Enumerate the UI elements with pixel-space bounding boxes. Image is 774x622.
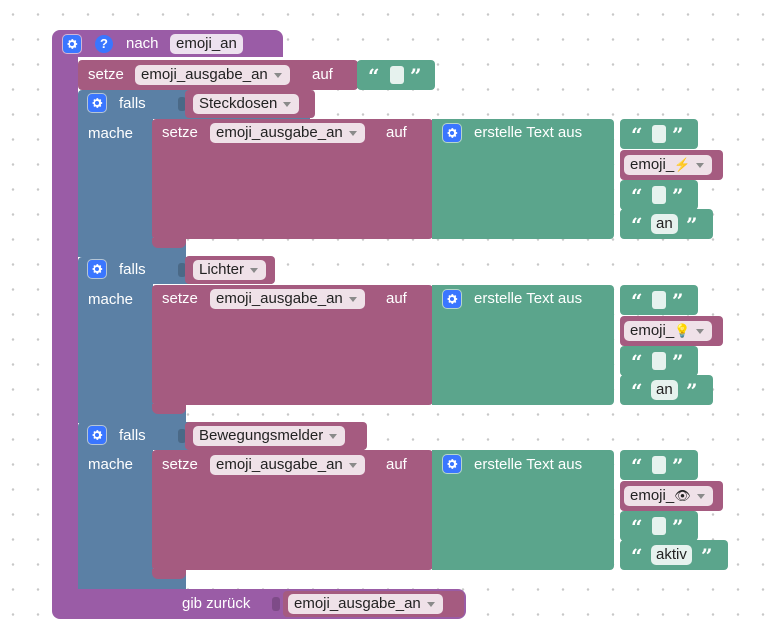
gear-icon[interactable] [88,426,106,444]
empty-string-field[interactable] [652,291,666,309]
emoji-var-name: emoji_ [630,322,675,339]
set-var-dropdown[interactable]: emoji_ausgabe_an [210,289,365,309]
emoji-var-name: emoji_ [630,487,675,504]
auf-keyword: auf [386,124,407,141]
quote-open-icon: “ [631,379,643,403]
function-block[interactable] [52,30,283,57]
quote-close-icon: ” [672,184,684,208]
falls-label: falls [119,95,146,112]
quote-open-icon: “ [631,289,643,313]
empty-string-field[interactable] [652,125,666,143]
quote-open-icon: “ [631,213,643,237]
lightbulb-icon: 💡 [674,323,691,338]
set-var-dropdown[interactable]: emoji_ausgabe_an [210,123,365,143]
condition-dropdown[interactable]: Lichter [193,260,267,280]
auf-keyword: auf [386,290,407,307]
empty-string-field[interactable] [652,517,666,535]
quote-open-icon: “ [631,184,643,208]
quote-open-icon: “ [631,454,643,478]
condition-dropdown[interactable]: Bewegungsmelder [193,426,346,446]
question-icon[interactable]: ? [95,35,113,53]
emoji-var-dropdown[interactable]: emoji_⚡ [624,155,713,175]
gear-icon[interactable] [88,94,106,112]
emoji-var-name: emoji_ [630,156,675,173]
set-block-tab [152,238,186,248]
set-var-dropdown[interactable]: emoji_ausgabe_an [210,455,365,475]
quote-close-icon: ” [701,544,713,568]
falls-label: falls [119,261,146,278]
function-keyword: nach [126,35,159,52]
auf-keyword: auf [312,66,333,83]
gear-icon[interactable] [443,455,461,473]
empty-string-field[interactable] [652,352,666,370]
set-block-tab [152,569,186,579]
setze-keyword: setze [162,124,198,141]
mache-label: mache [88,125,134,142]
return-keyword: gib zurück [182,595,251,612]
mache-label: mache [88,456,134,473]
create-text-label: erstelle Text aus [474,124,583,141]
empty-string-field[interactable] [652,456,666,474]
quote-close-icon: ” [672,350,684,374]
quote-open-icon: “ [631,123,643,147]
condition-dropdown[interactable]: Steckdosen [193,94,300,114]
quote-close-icon: ” [686,213,698,237]
quote-close-icon: ” [672,289,684,313]
gear-icon[interactable] [443,290,461,308]
setze-keyword: setze [162,456,198,473]
mache-label: mache [88,291,134,308]
gear-icon[interactable] [88,260,106,278]
string-field[interactable]: an [651,214,678,234]
string-field[interactable]: aktiv [651,545,692,565]
lightning-icon: ⚡ [674,157,691,172]
setze-keyword: setze [88,66,124,83]
init-var-dropdown[interactable]: emoji_ausgabe_an [135,65,290,85]
quote-open-icon: “ [631,544,643,568]
quote-close-icon: ” [672,123,684,147]
auf-keyword: auf [386,456,407,473]
quote-open-icon: “ [631,515,643,539]
set-block-tab [152,404,186,414]
quote-close-icon: ” [672,515,684,539]
quote-close-icon: ” [686,379,698,403]
create-text-label: erstelle Text aus [474,456,583,473]
gear-icon[interactable] [63,35,81,53]
falls-label: falls [119,427,146,444]
quote-open-icon: “ [631,350,643,374]
function-name-field[interactable]: emoji_an [170,34,243,54]
quote-close-icon: ” [672,454,684,478]
quote-close-icon: ” [410,64,422,88]
emoji-var-dropdown[interactable]: emoji_💡 [624,321,713,341]
emoji-var-dropdown[interactable]: emoji_👁 [624,486,713,506]
eye-icon: 👁 [674,488,691,503]
create-text-label: erstelle Text aus [474,290,583,307]
empty-string-field[interactable] [652,186,666,204]
string-field[interactable]: an [651,380,678,400]
setze-keyword: setze [162,290,198,307]
gear-icon[interactable] [443,124,461,142]
function-block-body [52,56,78,590]
empty-string-field[interactable] [390,66,404,84]
return-socket [272,597,280,611]
return-var-dropdown[interactable]: emoji_ausgabe_an [288,594,443,614]
quote-open-icon: “ [368,64,380,88]
